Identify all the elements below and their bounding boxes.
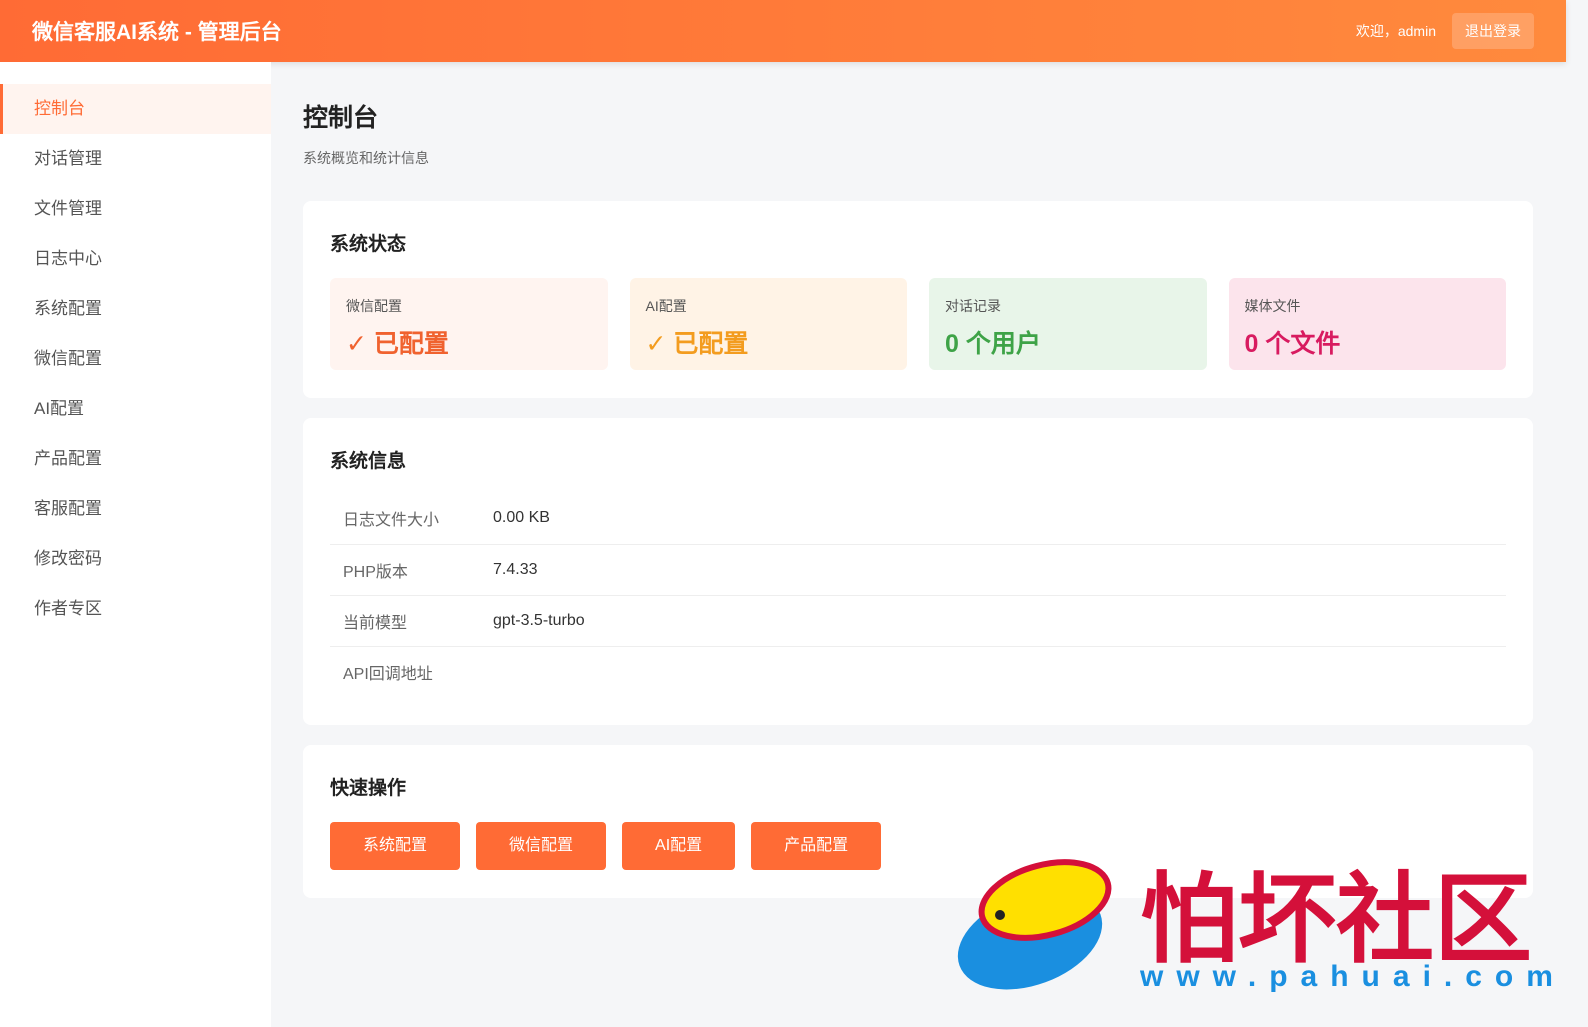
sidebar-item-author[interactable]: 作者专区 [0, 584, 271, 634]
info-value: 7.4.33 [493, 544, 1506, 596]
stat-card: 微信配置 ✓ 已配置 [330, 278, 608, 370]
table-row: PHP版本 7.4.33 [330, 544, 1506, 596]
watermark-logo: 怕坏社区 www.pahuai.com [950, 840, 1553, 1000]
wechat-config-button[interactable]: 微信配置 [476, 822, 607, 870]
section-title: 系统状态 [330, 234, 407, 255]
stat-label: 对话记录 [945, 298, 1001, 314]
info-value: 0.00 KB [493, 493, 1506, 545]
table-row: API回调地址 [330, 646, 1506, 697]
stat-card: 对话记录 0 个用户 [929, 278, 1207, 370]
system-info-card: 系统信息 日志文件大小 0.00 KB PHP版本 7.4.33 当前模型 gpt-3… [303, 418, 1533, 725]
stat-card: AI配置 ✓ 已配置 [629, 278, 907, 370]
info-table: 日志文件大小 0.00 KB PHP版本 7.4.33 当前模型 gpt-3.5-tu… [330, 493, 1506, 697]
fish-logo-icon [957, 859, 1112, 990]
stat-value: ✓ 已配置 [346, 330, 449, 358]
page-subtitle: 系统概览和统计信息 [303, 150, 429, 166]
info-value: gpt-3.5-turbo [493, 595, 1506, 647]
sidebar-item-logs[interactable]: 日志中心 [0, 234, 271, 284]
info-key: 日志文件大小 [330, 493, 493, 545]
ai-config-button[interactable]: AI配置 [622, 822, 736, 870]
stat-label: 微信配置 [346, 298, 402, 314]
sidebar-item-product-config[interactable]: 产品配置 [0, 434, 271, 484]
welcome-text: 欢迎，admin [1355, 23, 1436, 39]
system-config-button[interactable]: 系统配置 [330, 822, 461, 870]
info-key: PHP版本 [330, 544, 493, 596]
sidebar-item-files[interactable]: 文件管理 [0, 184, 271, 234]
stat-value: 0 个用户 [945, 330, 1041, 358]
sidebar-item-conversations[interactable]: 对话管理 [0, 134, 271, 184]
sidebar-item-system-config[interactable]: 系统配置 [0, 284, 271, 334]
product-config-button[interactable]: 产品配置 [751, 822, 882, 870]
sidebar-item-wechat-config[interactable]: 微信配置 [0, 334, 271, 384]
sidebar: 控制台 对话管理 文件管理 日志中心 系统配置 微信配置 AI配置 产品配置 客… [0, 62, 271, 1027]
stat-label: AI配置 [645, 298, 687, 314]
logout-button[interactable]: 退出登录 [1452, 13, 1534, 49]
section-title: 系统信息 [330, 451, 407, 472]
sidebar-item-ai-config[interactable]: AI配置 [0, 384, 271, 434]
top-bar: 微信客服AI系统 - 管理后台 欢迎，admin 退出登录 [0, 0, 1566, 62]
stat-value: ✓ 已配置 [645, 330, 749, 358]
info-value [493, 646, 1506, 697]
stat-value: 0 个文件 [1244, 330, 1341, 358]
info-key: API回调地址 [343, 665, 433, 683]
app-title: 微信客服AI系统 - 管理后台 [32, 21, 282, 44]
table-row: 当前模型 gpt-3.5-turbo [330, 595, 1506, 647]
section-title: 快速操作 [330, 778, 407, 799]
info-key: 当前模型 [330, 595, 493, 647]
sidebar-item-service-config[interactable]: 客服配置 [0, 484, 271, 534]
sidebar-item-change-password[interactable]: 修改密码 [0, 534, 271, 584]
watermark-url: www.pahuai.com [1140, 960, 1566, 993]
system-status-card: 系统状态 微信配置 ✓ 已配置 AI配置 ✓ 已配置 对话记录 0 个用户 媒体文件 0… [303, 201, 1533, 398]
stat-card: 媒体文件 0 个文件 [1228, 278, 1506, 370]
table-row: 日志文件大小 0.00 KB [330, 493, 1506, 545]
stat-label: 媒体文件 [1244, 298, 1301, 314]
sidebar-item-dashboard[interactable]: 控制台 [0, 84, 271, 134]
page-title: 控制台 [303, 104, 379, 132]
